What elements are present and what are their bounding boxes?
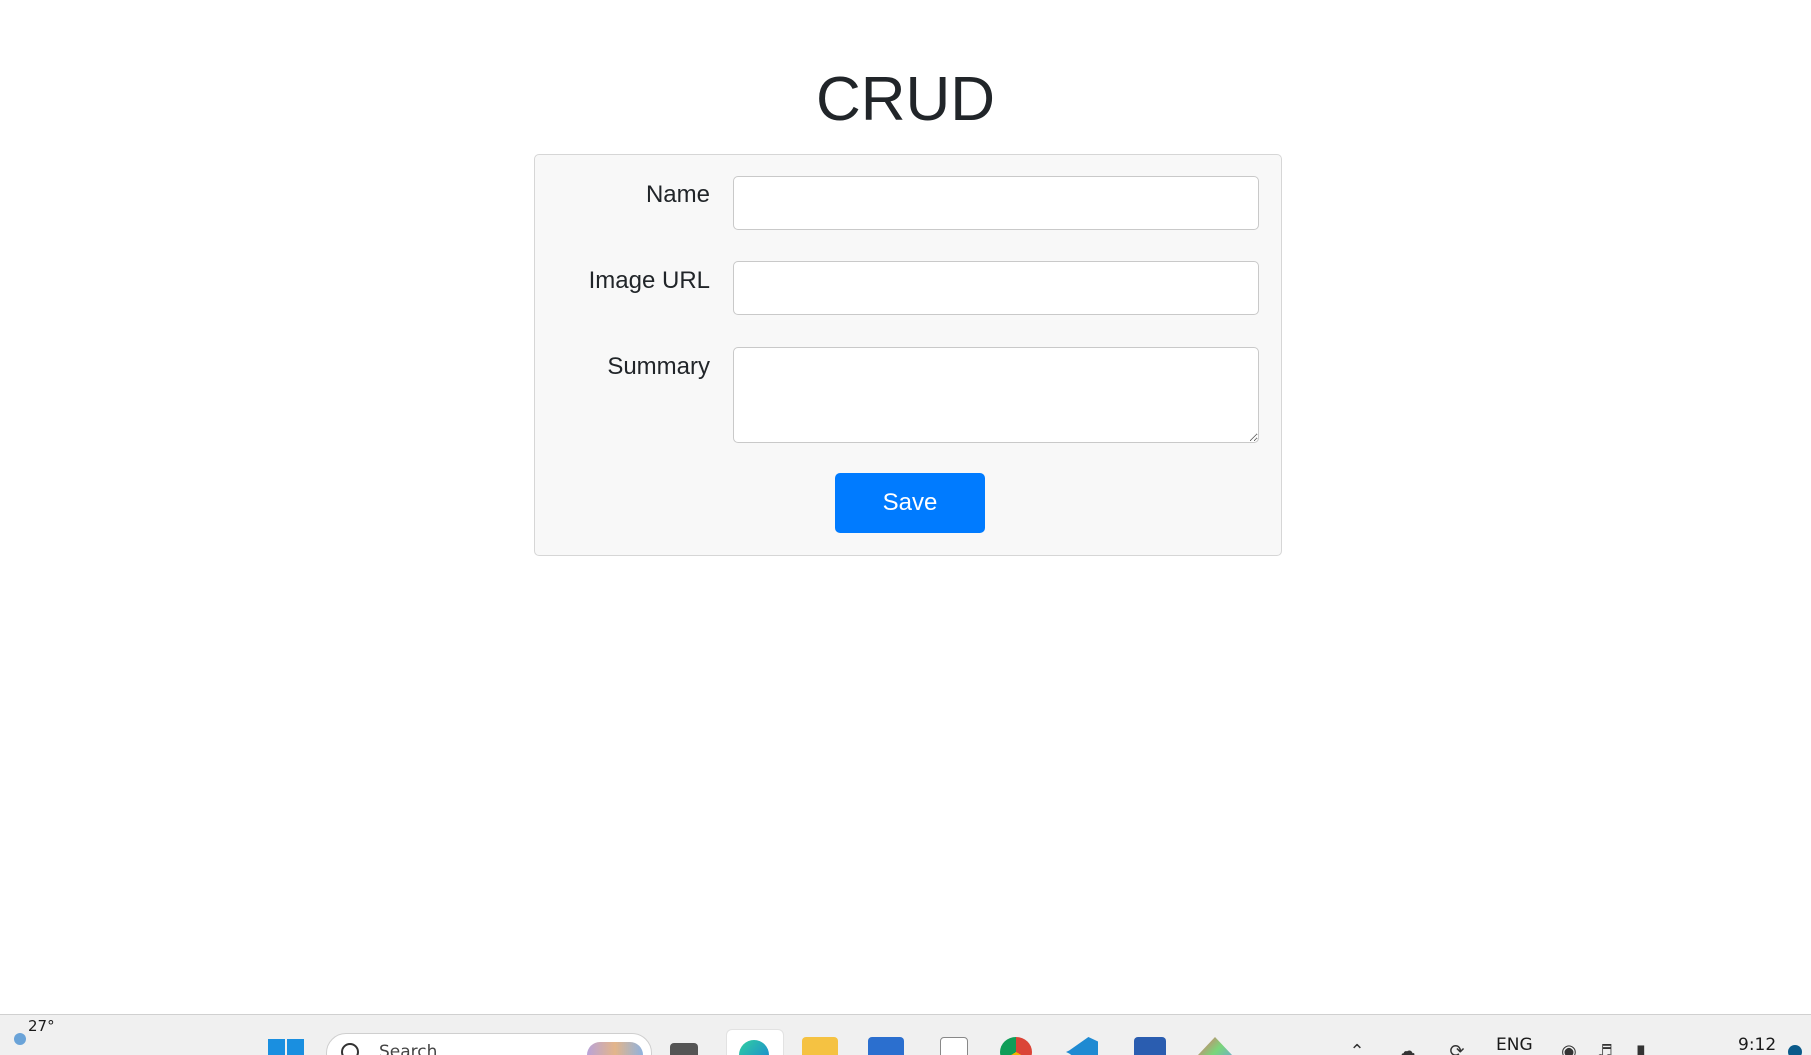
name-label: Name <box>645 181 710 208</box>
start-icon[interactable] <box>268 1039 304 1055</box>
weather-icon <box>14 1033 26 1045</box>
notification-icon[interactable] <box>1788 1045 1802 1055</box>
save-button[interactable]: Save <box>835 473 985 533</box>
chrome-icon[interactable] <box>1000 1037 1032 1055</box>
file-explorer-icon[interactable] <box>802 1037 838 1055</box>
vscode-icon[interactable] <box>1066 1037 1098 1055</box>
summary-label: Summary <box>607 353 710 380</box>
crud-form: Name Image URL Summary Save <box>534 154 1282 556</box>
page-title: CRUD <box>815 65 996 134</box>
summary-textarea[interactable] <box>733 347 1259 443</box>
image-url-label: Image URL <box>588 267 710 294</box>
taskbar: 27° Search ⌃ ☁ ⟳ ENG ◉ ♬ ▮ 9:12 <box>0 1014 1811 1055</box>
chevron-up-icon[interactable]: ⌃ <box>1346 1041 1368 1055</box>
clock-time[interactable]: 9:12 <box>1738 1035 1776 1055</box>
notepad-icon[interactable] <box>940 1037 968 1055</box>
active-app-highlight[interactable] <box>726 1029 784 1055</box>
photos-icon[interactable] <box>1134 1037 1166 1055</box>
search-placeholder: Search <box>379 1042 438 1055</box>
wifi-icon[interactable]: ◉ <box>1558 1041 1580 1055</box>
weather-temperature: 27° <box>28 1017 55 1035</box>
battery-icon[interactable]: ▮ <box>1630 1041 1652 1055</box>
search-icon <box>341 1043 359 1055</box>
microsoft-store-icon[interactable] <box>868 1037 904 1055</box>
edge-browser-icon <box>739 1040 769 1055</box>
name-input[interactable] <box>733 176 1259 230</box>
image-url-input[interactable] <box>733 261 1259 315</box>
language-indicator[interactable]: ENG <box>1496 1035 1533 1055</box>
paint-icon[interactable] <box>1198 1037 1232 1055</box>
sync-icon[interactable]: ⟳ <box>1446 1041 1468 1055</box>
taskbar-search[interactable]: Search <box>326 1033 652 1055</box>
task-view-icon[interactable] <box>670 1043 698 1055</box>
onedrive-icon[interactable]: ☁ <box>1396 1041 1418 1055</box>
volume-icon[interactable]: ♬ <box>1594 1041 1616 1055</box>
search-highlight-icon <box>587 1042 643 1055</box>
